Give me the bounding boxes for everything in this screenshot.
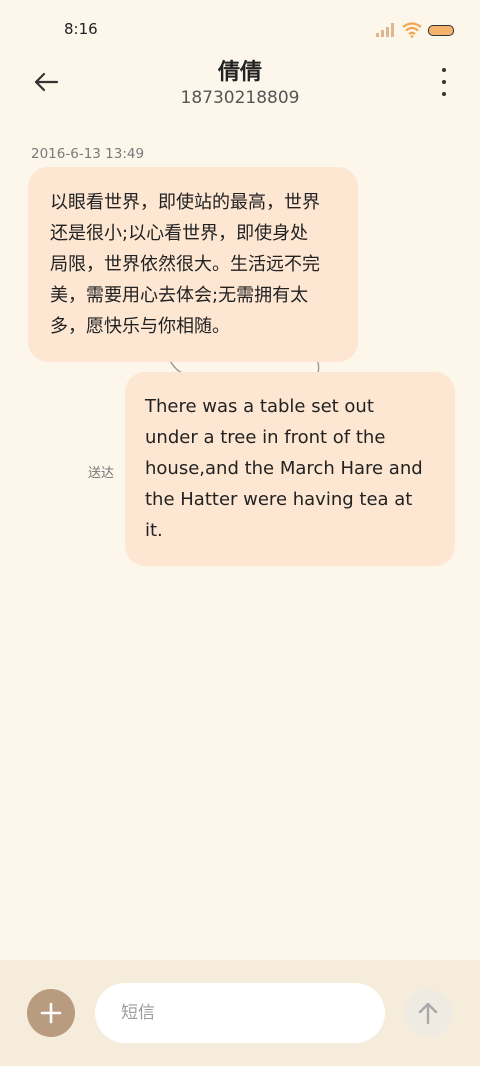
outgoing-message-bubble[interactable]: There was a table set out under a tree i… [125, 372, 455, 566]
add-attachment-button[interactable] [27, 989, 75, 1037]
message-line: under a tree in front of the [145, 427, 386, 448]
message-line: 多，愿快乐与你相随。 [50, 316, 230, 337]
message-line: There was a table set out [145, 396, 374, 417]
battery-icon [428, 24, 454, 36]
conversation-header: 倩倩 18730218809 [0, 50, 480, 120]
message-line: 美，需要用心去体会;无需拥有太 [50, 285, 309, 306]
message-line: the Hatter were having tea at [145, 489, 413, 510]
more-options-button[interactable] [438, 68, 450, 96]
message-composer [0, 960, 480, 1066]
delivery-status: 送达 [88, 466, 115, 481]
message-line: 以眼看世界，即使站的最高，世界 [50, 192, 320, 213]
message-line: it. [145, 520, 163, 541]
wifi-icon [402, 22, 422, 38]
message-line: 局限，世界依然很大。生活远不完 [50, 254, 320, 275]
status-time: 8:16 [64, 20, 98, 38]
more-vertical-icon [442, 68, 446, 72]
contact-name: 倩倩 [217, 60, 262, 85]
send-button[interactable] [404, 989, 452, 1037]
plus-icon [40, 1002, 62, 1024]
arrow-up-icon [418, 1002, 438, 1025]
message-timestamp: 2016-6-13 13:49 [31, 146, 145, 162]
contact-number: 18730218809 [180, 88, 300, 108]
status-icons [376, 22, 454, 38]
message-line: 还是很小;以心看世界，即使身处 [50, 223, 309, 244]
incoming-message-bubble[interactable]: 以眼看世界，即使站的最高，世界 还是很小;以心看世界，即使身处 局限，世界依然很… [28, 167, 358, 362]
message-line: house,and the March Hare and [145, 458, 423, 479]
message-input[interactable] [95, 983, 385, 1043]
signal-icon [376, 23, 394, 37]
